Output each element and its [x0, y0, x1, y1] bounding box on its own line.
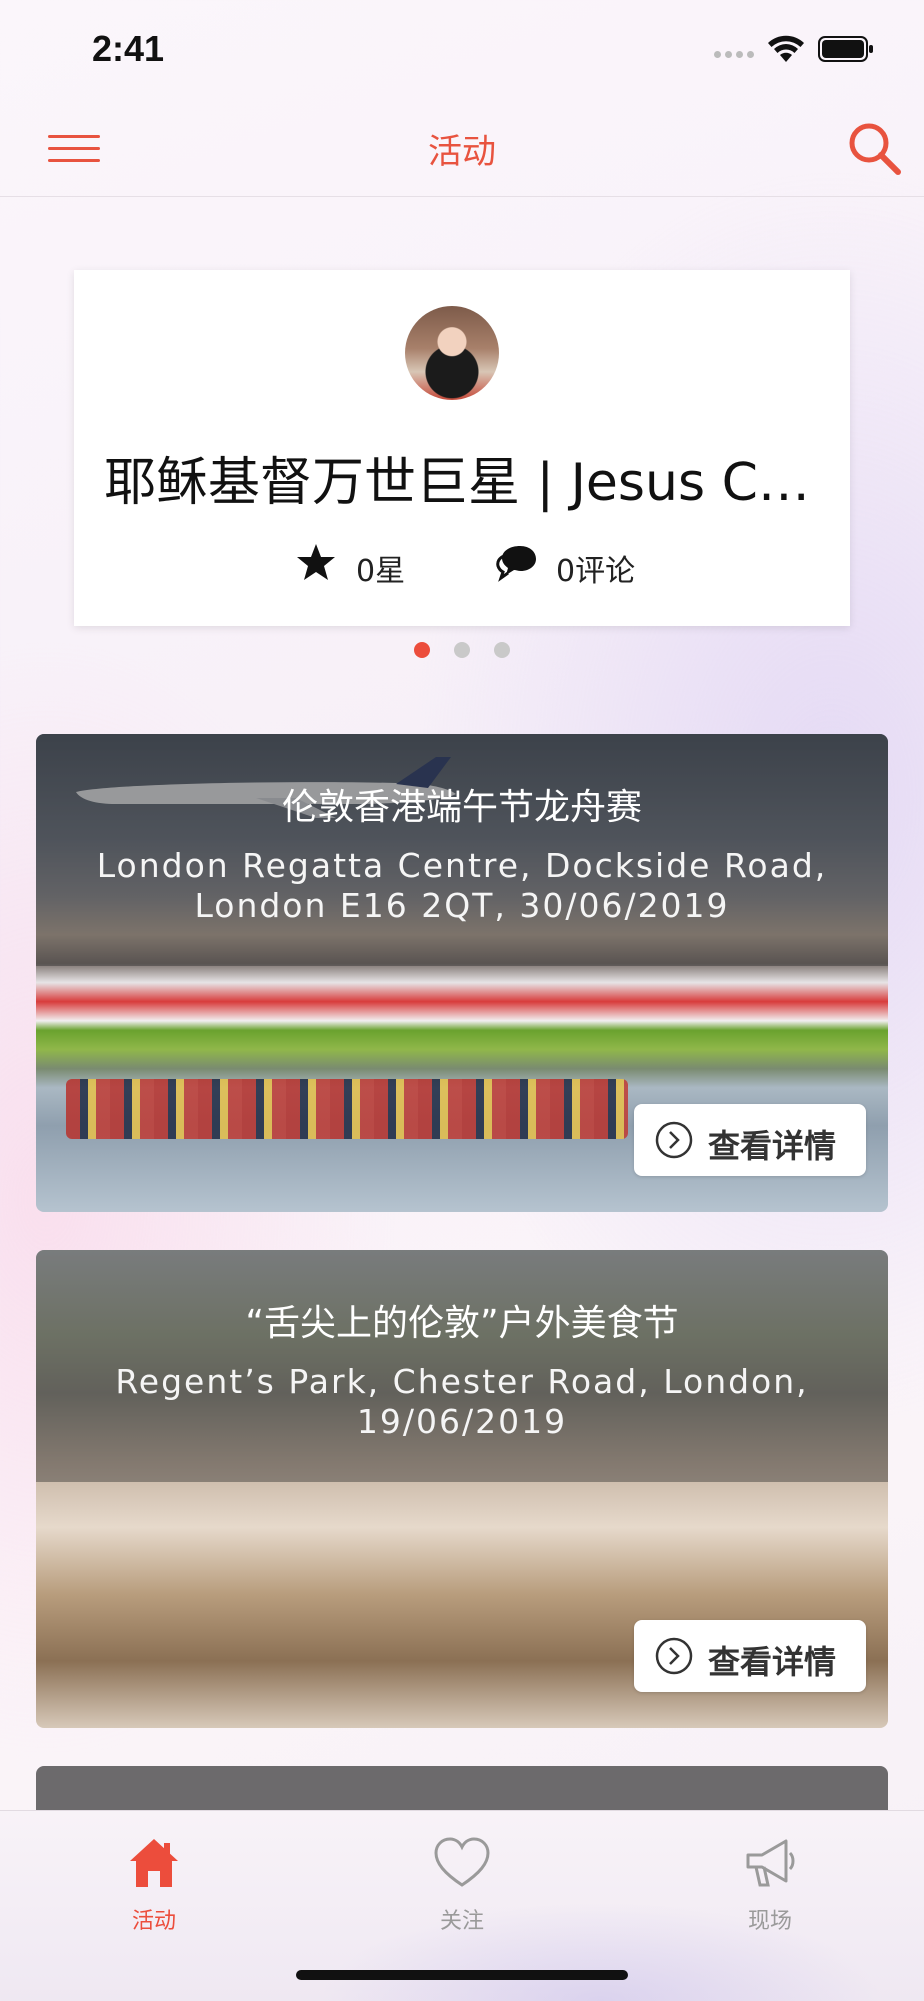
star-count: 0星	[356, 554, 406, 589]
view-details-label: 查看详情	[708, 1127, 837, 1165]
home-indicator[interactable]	[296, 1970, 628, 1980]
carousel-dot[interactable]	[414, 642, 430, 658]
event-location-date: London Regatta Centre, Dockside Road, Lo…	[96, 846, 828, 925]
home-icon	[130, 1839, 178, 1887]
event-text-overlay: “舌尖上的伦敦”户外美食节 Regent’s Park, Chester Roa…	[36, 1250, 888, 1482]
chevron-right-circle-icon	[655, 1121, 693, 1159]
search-icon[interactable]	[844, 118, 904, 178]
view-details-button[interactable]: 查看详情	[634, 1620, 866, 1692]
heart-icon	[434, 1837, 490, 1887]
status-time: 2:41	[92, 28, 165, 69]
chevron-right-circle-icon	[655, 1637, 693, 1675]
view-details-button[interactable]: 查看详情	[634, 1104, 866, 1176]
comment-icon	[496, 546, 536, 582]
event-text-overlay: 伦敦香港端午节龙舟赛 London Regatta Centre, Docksi…	[36, 734, 888, 966]
tab-activities[interactable]: 活动	[74, 1825, 234, 1945]
battery-icon	[818, 36, 873, 62]
view-details-label: 查看详情	[708, 1643, 837, 1681]
status-bar: 2:41	[0, 0, 924, 100]
cellular-signal-icon	[714, 47, 754, 61]
carousel-dot[interactable]	[494, 642, 510, 658]
wifi-icon	[768, 35, 804, 62]
tab-label: 活动	[131, 1909, 176, 1934]
carousel-page-indicator	[0, 642, 924, 658]
event-card[interactable]: 伦敦香港端午节龙舟赛 London Regatta Centre, Docksi…	[36, 734, 888, 1212]
tab-label: 现场	[747, 1909, 792, 1934]
page-title: 活动	[428, 132, 496, 172]
event-card[interactable]: “舌尖上的伦敦”户外美食节 Regent’s Park, Chester Roa…	[36, 1250, 888, 1728]
dragon-boats-photo-detail	[66, 1079, 628, 1139]
event-title: 伦敦香港端午节龙舟赛	[281, 787, 642, 828]
tab-following[interactable]: 关注	[382, 1825, 542, 1945]
featured-event-card[interactable]: 耶稣基督万世巨星 | Jesus Christ Superstar 0星 0评论	[74, 270, 850, 626]
megaphone-icon	[746, 1839, 795, 1887]
comment-count: 0评论	[556, 554, 636, 589]
navigation-bar: 活动	[0, 100, 924, 197]
avatar	[405, 306, 499, 400]
tab-live[interactable]: 现场	[690, 1825, 850, 1945]
featured-title: 耶稣基督万世巨星 | Jesus Christ Superstar	[104, 453, 820, 513]
carousel-dot[interactable]	[454, 642, 470, 658]
tab-label: 关注	[439, 1909, 484, 1934]
star-icon	[297, 544, 335, 580]
featured-meta: 0星 0评论	[74, 538, 850, 589]
event-location-date: Regent’s Park, Chester Road, London, 19/…	[115, 1362, 809, 1441]
event-title: “舌尖上的伦敦”户外美食节	[245, 1303, 679, 1344]
